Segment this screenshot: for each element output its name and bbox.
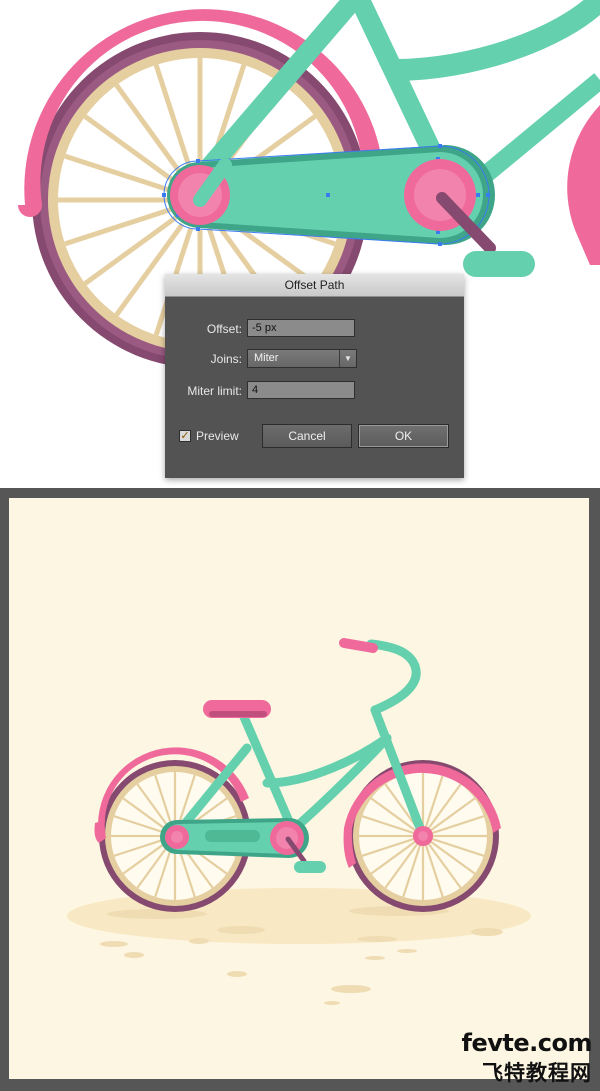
watermark-chinese: 飞特教程网 <box>482 1061 592 1085</box>
anchor-point <box>486 193 490 197</box>
ground-patch <box>100 941 128 947</box>
anchor-point <box>196 227 200 231</box>
watermark: fevte.com 飞特教程网 <box>428 1029 593 1085</box>
anchor-point <box>326 193 330 197</box>
preview-label[interactable]: Preview <box>196 428 239 445</box>
ground-patch <box>124 952 144 958</box>
bike-illustration <box>67 638 531 1005</box>
checkmark-icon[interactable]: ✓ <box>179 430 191 442</box>
ground-patch <box>471 928 503 936</box>
watermark-domain: fevte.com <box>461 1029 593 1057</box>
front-fender-edge <box>567 105 600 265</box>
joins-row: Joins: Miter ▼ <box>165 349 464 369</box>
joins-selected-value: Miter <box>254 352 279 364</box>
result-frame: fevte.com 飞特教程网 <box>0 488 600 1091</box>
handlebar <box>366 639 421 715</box>
cancel-button[interactable]: Cancel <box>262 424 352 448</box>
anchor-point <box>438 242 442 246</box>
ground-patch <box>189 938 209 944</box>
offset-input[interactable]: -5 px <box>247 319 355 337</box>
offset-path-dialog: Offset Path Offset: -5 px Joins: Miter ▼… <box>165 274 464 478</box>
ok-button[interactable]: OK <box>358 424 449 448</box>
ground-patch <box>357 936 397 942</box>
pedal <box>463 251 535 277</box>
miter-limit-row: Miter limit: 4 <box>165 381 464 401</box>
anchor-point <box>476 193 480 197</box>
miter-limit-label: Miter limit: <box>187 384 242 398</box>
chevron-down-icon[interactable]: ▼ <box>339 350 356 367</box>
ground-patch <box>365 956 385 960</box>
anchor-point <box>196 159 200 163</box>
pedal <box>294 861 326 873</box>
ground-patch <box>397 949 417 953</box>
ground-patch <box>331 985 371 993</box>
ground-patch <box>107 909 207 919</box>
top-tube <box>394 0 600 81</box>
ground-patch <box>324 1001 340 1005</box>
result-canvas <box>9 498 589 1079</box>
front-hub-center <box>418 831 428 841</box>
anchor-point <box>438 144 442 148</box>
rear-hub-center <box>171 831 183 843</box>
anchor-point <box>162 193 166 197</box>
seat-shadow <box>209 711 267 717</box>
offset-row: Offset: -5 px <box>165 319 464 339</box>
seat-tube <box>236 705 299 838</box>
ground-patch <box>217 926 265 934</box>
joins-label: Joins: <box>210 352 242 366</box>
offset-label: Offset: <box>206 322 242 336</box>
ground-patch <box>227 971 247 977</box>
joins-select[interactable]: Miter ▼ <box>247 349 357 368</box>
miter-limit-input[interactable]: 4 <box>247 381 355 399</box>
handlebar-grip <box>339 638 378 653</box>
dialog-title: Offset Path <box>165 274 464 297</box>
chain-guard-detail <box>205 830 260 842</box>
